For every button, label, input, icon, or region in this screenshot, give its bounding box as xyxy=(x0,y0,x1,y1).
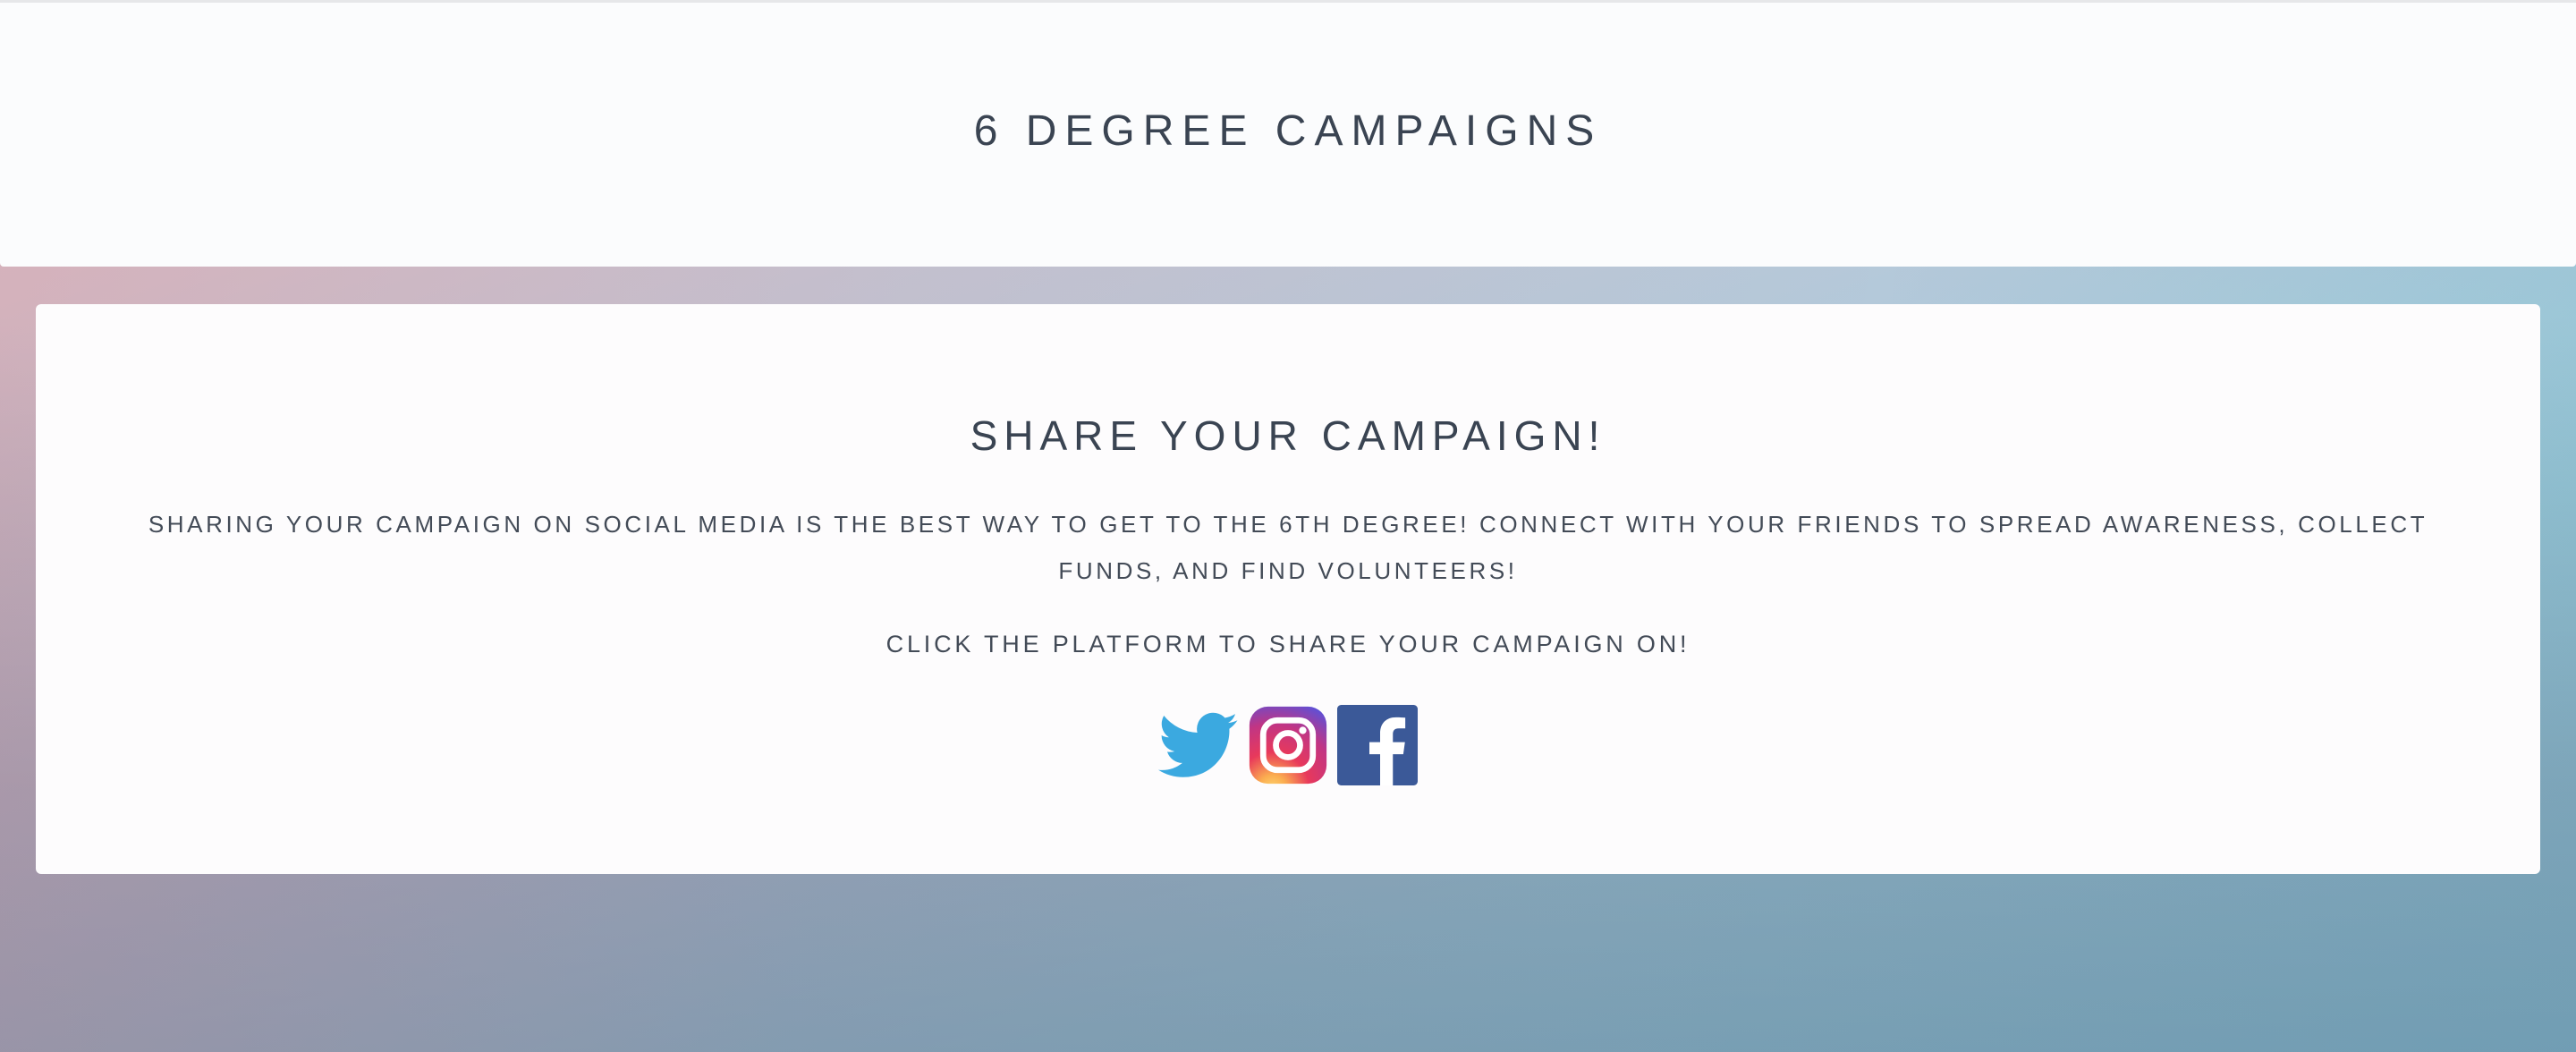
instagram-icon[interactable] xyxy=(1248,705,1328,785)
twitter-icon[interactable] xyxy=(1158,705,1239,785)
share-prompt: CLICK THE PLATFORM TO SHARE YOUR CAMPAIG… xyxy=(886,631,1690,658)
social-share-buttons xyxy=(0,705,2576,785)
site-header: 6 DEGREE CAMPAIGNS xyxy=(0,0,2576,267)
site-title: 6 DEGREE CAMPAIGNS xyxy=(973,107,1603,155)
share-heading: SHARE YOUR CAMPAIGN! xyxy=(970,412,1606,459)
share-description: SHARING YOUR CAMPAIGN ON SOCIAL MEDIA IS… xyxy=(148,511,2428,584)
facebook-icon[interactable] xyxy=(1337,705,1418,785)
